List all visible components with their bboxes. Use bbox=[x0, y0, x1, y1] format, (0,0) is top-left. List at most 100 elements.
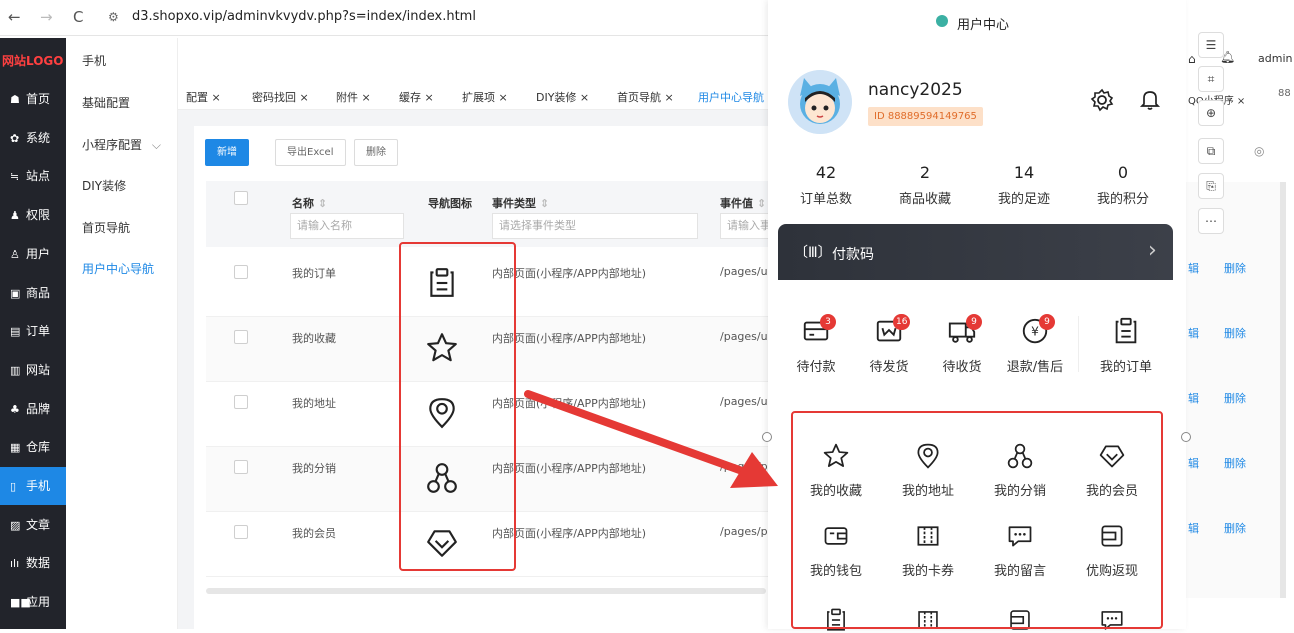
submenu-item-home-nav[interactable]: 首页导航 bbox=[82, 219, 130, 236]
row-edit-link[interactable]: 辑 bbox=[1188, 520, 1199, 536]
home-icon[interactable]: ⌂ bbox=[1188, 52, 1196, 66]
sidebar-item-label: 数据 bbox=[26, 556, 51, 571]
avatar[interactable] bbox=[788, 70, 852, 134]
row-delete-link[interactable]: 删除 bbox=[1224, 325, 1246, 341]
row-edit-link[interactable]: 辑 bbox=[1188, 390, 1199, 406]
settings-icon[interactable]: ◎ bbox=[1254, 144, 1264, 158]
notification-bell-icon[interactable] bbox=[1139, 89, 1161, 111]
name-filter-input[interactable]: 请输入名称 bbox=[290, 213, 404, 239]
payment-code-bar[interactable]: 〔Ⅲ〕 付款码 › bbox=[778, 224, 1173, 280]
sidebar-item-9[interactable]: ▦ 仓库 bbox=[0, 428, 66, 466]
order-status-item[interactable]: 我的订单 bbox=[1088, 316, 1164, 375]
sidebar-item-3[interactable]: ♟ 权限 bbox=[0, 196, 66, 234]
submenu-title: 手机 bbox=[82, 54, 107, 68]
tab-2[interactable]: 附件 × bbox=[336, 89, 371, 105]
sort-icon[interactable]: ⇕ bbox=[318, 197, 327, 210]
row-checkbox[interactable] bbox=[234, 460, 248, 474]
user-stat[interactable]: 42 订单总数 bbox=[776, 163, 876, 207]
order-status-item[interactable]: 3 待付款 bbox=[778, 314, 854, 375]
row-delete-link[interactable]: 删除 bbox=[1224, 260, 1246, 276]
site-info-icon[interactable]: ⚙ bbox=[108, 10, 119, 24]
sidebar-item-label: 站点 bbox=[26, 169, 51, 184]
horizontal-scrollbar[interactable] bbox=[206, 588, 766, 594]
sidebar-item-12[interactable]: ılı 数据 bbox=[0, 544, 66, 582]
settings-gear-icon[interactable] bbox=[1090, 88, 1114, 112]
sidebar-item-1[interactable]: ✿ 系统 bbox=[0, 119, 66, 157]
row-checkbox[interactable] bbox=[234, 330, 248, 344]
shield-icon bbox=[936, 15, 948, 27]
export-excel-button[interactable]: 导出Excel bbox=[275, 139, 346, 166]
submenu-item-user-center-nav[interactable]: 用户中心导航 bbox=[82, 260, 154, 277]
row-delete-link[interactable]: 删除 bbox=[1224, 390, 1246, 406]
row-checkbox[interactable] bbox=[234, 525, 248, 539]
row-delete-link[interactable]: 删除 bbox=[1224, 520, 1246, 536]
row-checkbox[interactable] bbox=[234, 265, 248, 279]
address-bar[interactable]: d3.shopxo.vip/adminvkvydv.php?s=index/in… bbox=[132, 9, 476, 24]
row-edit-link[interactable]: 辑 bbox=[1188, 325, 1199, 341]
sidebar-item-icon: ▣ bbox=[10, 286, 21, 300]
more-tabs-icon[interactable]: 88 bbox=[1278, 88, 1291, 99]
sidebar-item-icon: ♣ bbox=[10, 402, 20, 416]
sidebar-item-label: 文章 bbox=[26, 517, 51, 532]
tab-6[interactable]: 首页导航 × bbox=[617, 89, 674, 105]
back-icon[interactable]: ← bbox=[8, 8, 21, 26]
order-status-label: 退款/售后 bbox=[1006, 360, 1064, 375]
tab-0[interactable]: 配置 × bbox=[186, 89, 221, 105]
sidebar-item-11[interactable]: ▨ 文章 bbox=[0, 506, 66, 544]
order-count-badge: 9 bbox=[1039, 314, 1055, 330]
row-edit-link[interactable]: 辑 bbox=[1188, 455, 1199, 471]
order-status-item[interactable]: 9 待收货 bbox=[924, 314, 1000, 375]
event-type-select[interactable]: 请选择事件类型 bbox=[492, 213, 698, 239]
sidebar-item-6[interactable]: ▤ 订单 bbox=[0, 312, 66, 350]
sidebar-item-7[interactable]: ▥ 网站 bbox=[0, 351, 66, 389]
sidebar-item-2[interactable]: ≒ 站点 bbox=[0, 157, 66, 195]
submenu-item-basic-config[interactable]: 基础配置 bbox=[82, 94, 130, 111]
select-all-checkbox[interactable] bbox=[234, 191, 248, 205]
submenu-item-diy[interactable]: DIY装修 bbox=[82, 177, 126, 194]
row-checkbox[interactable] bbox=[234, 395, 248, 409]
tab-5[interactable]: DIY装修 × bbox=[536, 89, 589, 105]
row-delete-link[interactable]: 删除 bbox=[1224, 455, 1246, 471]
paste-icon[interactable]: ⎘ bbox=[1198, 173, 1224, 199]
row-edit-link[interactable]: 辑 bbox=[1188, 260, 1199, 276]
sort-icon[interactable]: ⇕ bbox=[757, 197, 766, 210]
sidebar-item-icon: ▯ bbox=[10, 480, 17, 493]
submenu-item-miniprogram-config[interactable]: 小程序配置 ⌵ bbox=[82, 136, 161, 153]
column-event-type[interactable]: 事件类型 ⇕ bbox=[492, 195, 549, 211]
sidebar-item-13[interactable]: ■■应用 bbox=[0, 583, 66, 621]
reload-icon[interactable]: C bbox=[73, 8, 83, 26]
sort-icon[interactable]: ⇕ bbox=[540, 197, 549, 210]
copy-icon[interactable]: ⧉ bbox=[1198, 138, 1224, 164]
resize-handle-left[interactable] bbox=[762, 432, 772, 442]
forward-icon[interactable]: → bbox=[40, 8, 53, 26]
order-status-item[interactable]: 16 待发货 bbox=[851, 314, 927, 375]
user-stat[interactable]: 0 我的积分 bbox=[1073, 163, 1173, 207]
tab-1[interactable]: 密码找回 × bbox=[252, 89, 309, 105]
sidebar-item-0[interactable]: ☗ 首页 bbox=[0, 80, 66, 118]
order-status-label: 我的订单 bbox=[1099, 360, 1152, 375]
chevron-down-icon: ⌵ bbox=[151, 138, 161, 152]
tab-4[interactable]: 扩展项 × bbox=[462, 89, 508, 105]
crop-icon[interactable]: ⌗ bbox=[1198, 66, 1224, 92]
vertical-scrollbar[interactable] bbox=[1280, 182, 1286, 598]
tab-3[interactable]: 缓存 × bbox=[399, 89, 434, 105]
user-stat[interactable]: 2 商品收藏 bbox=[875, 163, 975, 207]
user-stat[interactable]: 14 我的足迹 bbox=[974, 163, 1074, 207]
admin-label[interactable]: admin bbox=[1258, 52, 1292, 65]
column-name[interactable]: 名称 ⇕ bbox=[292, 195, 327, 211]
align-icon[interactable]: ☰ bbox=[1198, 32, 1224, 58]
sidebar-item-5[interactable]: ▣ 商品 bbox=[0, 274, 66, 312]
sidebar-item-10[interactable]: ▯ 手机 bbox=[0, 467, 66, 505]
tab-7[interactable]: 用户中心导航 × bbox=[698, 89, 777, 105]
order-status-item[interactable]: ¥9 退款/售后 bbox=[997, 314, 1073, 375]
sidebar-item-icon: ♙ bbox=[10, 247, 20, 261]
sidebar-item-4[interactable]: ♙ 用户 bbox=[0, 235, 66, 273]
column-event-value[interactable]: 事件值 ⇕ bbox=[720, 195, 766, 211]
zoom-in-icon[interactable]: ⊕ bbox=[1198, 100, 1224, 126]
sidebar-item-8[interactable]: ♣ 品牌 bbox=[0, 390, 66, 428]
resize-handle-right[interactable] bbox=[1181, 432, 1191, 442]
more-icon[interactable]: ⋯ bbox=[1198, 208, 1224, 234]
delete-button[interactable]: 删除 bbox=[354, 139, 398, 166]
add-button[interactable]: 新增 bbox=[205, 139, 249, 166]
sidebar-item-icon: ılı bbox=[10, 557, 20, 571]
